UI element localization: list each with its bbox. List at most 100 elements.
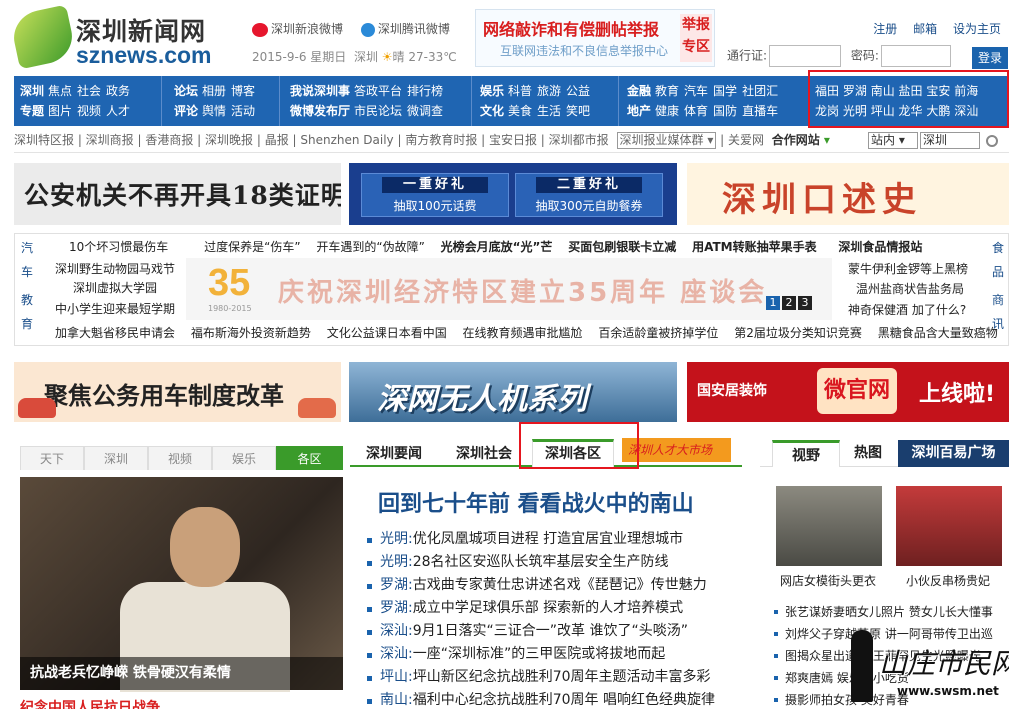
veteran-photo[interactable]: 抗战老兵忆峥嵘 铁骨硬汉有柔情 bbox=[20, 477, 343, 692]
tab-baiyi-plaza[interactable]: 深圳百易广场 bbox=[898, 440, 1009, 467]
nav-item[interactable]: 博客 bbox=[231, 84, 255, 98]
nav-item[interactable]: 娱乐 bbox=[480, 84, 504, 98]
username-input[interactable] bbox=[769, 45, 842, 67]
news-link[interactable]: 深圳虚拟大学园 bbox=[73, 281, 157, 295]
tencent-weibo-link[interactable]: 深圳腾讯微博 bbox=[360, 22, 450, 37]
nav-item[interactable]: 人才 bbox=[106, 104, 130, 118]
nav-item[interactable]: 微博发布厅 bbox=[290, 104, 350, 118]
news-link[interactable]: 黑糖食品含大量致癌物 bbox=[878, 326, 998, 340]
nav-item[interactable]: 国学 bbox=[713, 84, 737, 98]
nav-item[interactable]: 公益 bbox=[566, 84, 590, 98]
nav-item[interactable]: 相册 bbox=[202, 84, 226, 98]
search-input[interactable]: 深圳 bbox=[920, 132, 980, 149]
nav-item[interactable]: 笑吧 bbox=[566, 104, 590, 118]
nav-item[interactable]: 评论 bbox=[174, 104, 198, 118]
nav-item[interactable]: 生活 bbox=[537, 104, 561, 118]
nav-item[interactable]: 健康 bbox=[655, 104, 679, 118]
food-news-2[interactable]: 温州盐商状告盐务局 bbox=[856, 280, 964, 297]
pager-3[interactable]: 3 bbox=[798, 296, 812, 310]
anniversary-banner[interactable]: 35 1980-2015 庆祝深圳经济特区建立35周年 座谈会 bbox=[186, 258, 832, 320]
nav-item[interactable]: 金融 bbox=[627, 84, 651, 98]
nav-item[interactable]: 专题 bbox=[20, 104, 44, 118]
prize-banner[interactable]: 一重好礼 抽取100元话费 二重好礼 抽取300元自助餐券 bbox=[349, 163, 677, 225]
nav-item[interactable]: 深圳 bbox=[20, 84, 44, 98]
nav-item[interactable]: 汽车 bbox=[684, 84, 708, 98]
nav-item[interactable]: 科普 bbox=[508, 84, 532, 98]
nav-item[interactable]: 国防 bbox=[713, 104, 737, 118]
list-item[interactable]: 坪山:坪山新区纪念抗战胜利70周年主题活动丰富多彩 bbox=[365, 666, 715, 689]
nav-item[interactable]: 论坛 bbox=[174, 84, 198, 98]
search-icon[interactable] bbox=[986, 134, 998, 147]
nav-item[interactable]: 旅游 bbox=[537, 84, 561, 98]
love-link[interactable]: 关爱网 bbox=[728, 133, 764, 147]
newspaper-links[interactable]: 深圳特区报 | 深圳商报 | 香港商报 | 深圳晚报 | 晶报 | Shenzh… bbox=[14, 133, 609, 147]
sina-weibo-link[interactable]: 深圳新浪微博 bbox=[252, 22, 343, 37]
news-link[interactable]: 光榜会月底放“光”芒 bbox=[441, 240, 553, 254]
nav-item[interactable]: 直播车 bbox=[742, 104, 778, 118]
login-button[interactable]: 登录 bbox=[972, 47, 1008, 69]
report-banner[interactable]: 网络敲诈和有偿删帖举报 互联网违法和不良信息举报中心 举报专区 bbox=[475, 9, 715, 67]
nav-item[interactable]: 我说深圳事 bbox=[290, 84, 350, 98]
nav-item[interactable]: 舆情 bbox=[202, 104, 226, 118]
news-link[interactable]: 深圳野生动物园马戏节 bbox=[55, 262, 175, 276]
partner-sites-link[interactable]: 合作网站 ▾ bbox=[772, 133, 830, 147]
thumb-caption-2[interactable]: 小伙反串杨贵妃 bbox=[906, 572, 990, 589]
nav-item[interactable]: 社团汇 bbox=[742, 84, 778, 98]
nav-item[interactable]: 地产 bbox=[627, 104, 651, 118]
news-link[interactable]: 在线教育频遇审批尴尬 bbox=[463, 326, 583, 340]
police-certificate-banner[interactable]: 公安机关不再开具18类证明 bbox=[14, 163, 341, 225]
mail-link[interactable]: 邮箱 bbox=[913, 22, 937, 36]
tab-sz-news[interactable]: 深圳要闻 bbox=[366, 442, 422, 467]
nav-item[interactable]: 活动 bbox=[231, 104, 255, 118]
tab-districts[interactable]: 各区 bbox=[276, 446, 343, 470]
password-input[interactable] bbox=[880, 45, 951, 67]
news-link[interactable]: 用ATM转账抽苹果手表 bbox=[692, 240, 816, 254]
news-link[interactable]: 过度保养是“伤车” bbox=[204, 240, 300, 254]
search-scope-select[interactable]: 站内 ▾ bbox=[868, 132, 918, 149]
nav-item[interactable]: 美食 bbox=[508, 104, 532, 118]
list-item[interactable]: 光明:28名社区安巡队长筑牢基层安全生产防线 bbox=[365, 551, 715, 574]
oral-history-banner[interactable]: 深圳口述史 bbox=[687, 163, 1009, 225]
label-food[interactable]: 食品 bbox=[987, 236, 1009, 284]
news-link[interactable]: 加拿大魁省移民申请会 bbox=[55, 326, 175, 340]
nav-item[interactable]: 图片 bbox=[48, 104, 72, 118]
label-education[interactable]: 教育 bbox=[16, 288, 38, 336]
thumb-caption-1[interactable]: 网店女模街头更衣 bbox=[780, 572, 876, 589]
list-item[interactable]: 光明:优化凤凰城项目进程 打造宜居宜业理想城市 bbox=[365, 528, 715, 551]
register-link[interactable]: 注册 bbox=[873, 22, 897, 36]
nav-item[interactable]: 体育 bbox=[684, 104, 708, 118]
list-item[interactable]: 张艺谋娇妻晒女儿照片 赞女儿长大懂事 bbox=[772, 601, 993, 623]
news-link[interactable]: 开车遇到的“伪故障” bbox=[316, 240, 424, 254]
news-link[interactable]: 深圳食品情报站 bbox=[838, 240, 922, 254]
tab-video[interactable]: 视频 bbox=[148, 446, 212, 470]
photo-caption[interactable]: 抗战老兵忆峥嵘 铁骨硬汉有柔情 bbox=[20, 657, 343, 690]
nav-item[interactable]: 社会 bbox=[77, 84, 101, 98]
nav-item[interactable]: 市民论坛 bbox=[354, 104, 402, 118]
tab-entertainment[interactable]: 娱乐 bbox=[212, 446, 276, 470]
list-item[interactable]: 罗湖:古戏曲专家黄仕忠讲述名戏《琵琶记》传世魅力 bbox=[365, 574, 715, 597]
decoration-ad-banner[interactable]: 国安居装饰 微官网 上线啦! bbox=[687, 362, 1009, 422]
nav-item[interactable]: 微调查 bbox=[407, 104, 443, 118]
tab-world[interactable]: 天下 bbox=[20, 446, 84, 470]
tab-sz-society[interactable]: 深圳社会 bbox=[456, 442, 512, 467]
tab-vision[interactable]: 视野 bbox=[772, 440, 840, 467]
set-homepage-link[interactable]: 设为主页 bbox=[953, 22, 1001, 36]
nav-item[interactable]: 视频 bbox=[77, 104, 101, 118]
headline[interactable]: 回到七十年前 看看战火中的南山 bbox=[378, 486, 694, 518]
site-logo[interactable]: 深圳新闻网 sznews.com bbox=[9, 4, 234, 70]
food-news-3[interactable]: 神奇保健酒 加了什么? bbox=[848, 301, 966, 318]
thumb-model[interactable] bbox=[776, 486, 882, 566]
news-link[interactable]: 第2届垃圾分类知识竞赛 bbox=[734, 326, 862, 340]
news-link[interactable]: 百余适龄童被挤掉学位 bbox=[598, 326, 718, 340]
pager-1[interactable]: 1 bbox=[766, 296, 780, 310]
pager-2[interactable]: 2 bbox=[782, 296, 796, 310]
tab-shenzhen[interactable]: 深圳 bbox=[84, 446, 148, 470]
news-link[interactable]: 中小学生迎来最短学期 bbox=[55, 302, 175, 316]
food-news-1[interactable]: 蒙牛伊利金锣等上黑榜 bbox=[848, 260, 968, 277]
tab-hot-pics[interactable]: 热图 bbox=[840, 440, 896, 467]
nav-item[interactable]: 排行榜 bbox=[407, 84, 443, 98]
drone-series-banner[interactable]: 深网无人机系列 bbox=[349, 362, 677, 422]
nav-item[interactable]: 教育 bbox=[655, 84, 679, 98]
news-link[interactable]: 买面包刷银联卡立减 bbox=[568, 240, 676, 254]
news-link[interactable]: 福布斯海外投资新趋势 bbox=[191, 326, 311, 340]
